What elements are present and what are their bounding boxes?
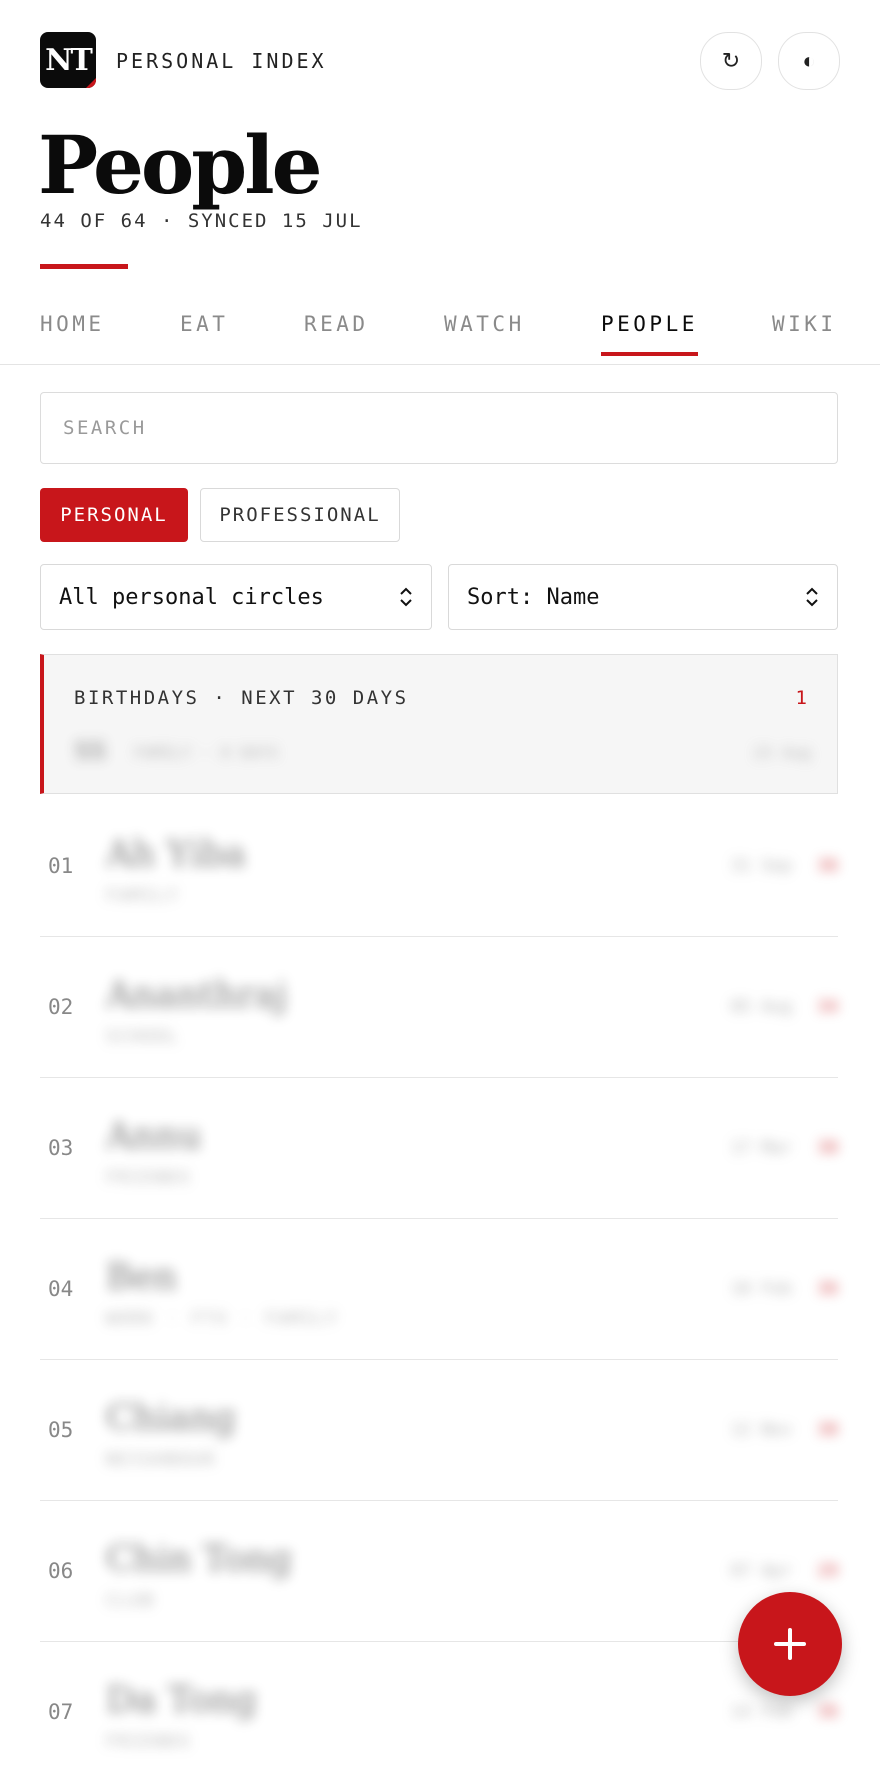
plus-icon <box>774 1628 806 1660</box>
person-name: Ben <box>106 1257 177 1298</box>
list-item[interactable]: 05 Chiang NEIGHBOUR 12 Nov 30 <box>40 1360 838 1501</box>
row-number: 07 <box>48 1700 74 1724</box>
person-date: 17 Mar <box>730 1138 792 1158</box>
row-number: 03 <box>48 1136 74 1160</box>
title-accent-rule <box>40 264 128 269</box>
person-date: 10 Feb <box>730 1279 792 1299</box>
people-list: 01 Ah Yiba FAMILY 31 Sep 36 02 Ananthraj… <box>40 796 838 1783</box>
refresh-button[interactable]: ↻ <box>700 32 762 90</box>
chevron-updown-icon <box>400 587 412 607</box>
row-number: 06 <box>48 1559 74 1583</box>
birthday-date: 23 Aug <box>753 743 811 762</box>
birthdays-title: BIRTHDAYS · NEXT 30 DAYS <box>74 687 409 709</box>
person-date: 31 Sep <box>730 856 792 876</box>
birthday-meta: FAMILY · 8 DAYS <box>134 743 279 762</box>
birthday-name: SS <box>74 737 107 765</box>
list-item[interactable]: 07 Da Tong FRIENDS 14 Feb 36 <box>40 1642 838 1783</box>
sort-select[interactable]: Sort: Name <box>448 564 838 630</box>
logo-accent-mark <box>86 78 96 88</box>
tab-wiki[interactable]: WIKI <box>772 312 837 352</box>
main-tabs: HOME EAT READ WATCH PEOPLE WIKI <box>0 300 880 365</box>
add-person-button[interactable] <box>738 1592 842 1696</box>
person-circle: WORK · FTX · FAMILY <box>106 1309 339 1329</box>
person-badge: 29 <box>817 1561 838 1581</box>
person-badge: 36 <box>817 1279 838 1299</box>
person-date: 14 Feb <box>730 1702 792 1722</box>
contrast-icon: ◐ <box>802 48 816 73</box>
sync-status: 44 OF 64 · SYNCED 15 JUL <box>40 210 363 232</box>
list-item[interactable]: 04 Ben WORK · FTX · FAMILY 10 Feb 36 <box>40 1219 838 1360</box>
page-title: People <box>38 118 322 212</box>
tab-watch[interactable]: WATCH <box>444 312 525 352</box>
person-date: 05 Aug <box>730 997 792 1017</box>
row-number: 04 <box>48 1277 74 1301</box>
segment-professional[interactable]: PROFESSIONAL <box>200 488 400 542</box>
brand-label: PERSONAL INDEX <box>116 49 327 73</box>
person-name: Ah Yiba <box>106 834 246 875</box>
person-circle: NEIGHBOUR <box>106 1450 217 1470</box>
person-date: 12 Nov <box>730 1420 792 1440</box>
person-badge: 36 <box>817 856 838 876</box>
logo-text: NT <box>45 42 93 78</box>
list-item[interactable]: 01 Ah Yiba FAMILY 31 Sep 36 <box>40 796 838 937</box>
refresh-icon: ↻ <box>721 48 741 73</box>
person-circle: FRIENDS <box>106 1732 192 1752</box>
person-badge: 30 <box>817 1420 838 1440</box>
app-logo[interactable]: NT <box>40 32 96 88</box>
person-name: Chiang <box>106 1398 236 1439</box>
person-name: Annu <box>106 1116 202 1157</box>
list-item[interactable]: 03 Annu FRIENDS 17 Mar 30 <box>40 1078 838 1219</box>
person-name: Da Tong <box>106 1680 257 1721</box>
person-circle: FRIENDS <box>106 1168 192 1188</box>
tab-read[interactable]: READ <box>304 312 369 352</box>
person-badge: 36 <box>817 1702 838 1722</box>
tab-eat[interactable]: EAT <box>180 312 228 352</box>
person-badge: 34 <box>817 997 838 1017</box>
chevron-updown-icon <box>806 587 818 607</box>
list-item[interactable]: 02 Ananthraj SCHOOL 05 Aug 34 <box>40 937 838 1078</box>
circle-filter-select[interactable]: All personal circles <box>40 564 432 630</box>
list-item[interactable]: 06 Chin Tong CLUB 07 Apr 29 <box>40 1501 838 1642</box>
person-badge: 30 <box>817 1138 838 1158</box>
person-circle: CLUB <box>106 1591 155 1611</box>
person-circle: FAMILY <box>106 886 180 906</box>
circle-filter-value: All personal circles <box>59 584 324 610</box>
segment-personal[interactable]: PERSONAL <box>40 488 188 542</box>
person-circle: SCHOOL <box>106 1027 180 1047</box>
row-number: 01 <box>48 854 74 878</box>
person-name: Ananthraj <box>106 975 288 1016</box>
search-input[interactable] <box>40 392 838 464</box>
theme-toggle-button[interactable]: ◐ <box>778 32 840 90</box>
tab-people[interactable]: PEOPLE <box>601 312 698 356</box>
top-bar: NT PERSONAL INDEX ↻ ◐ <box>40 32 840 90</box>
row-number: 02 <box>48 995 74 1019</box>
sort-value: Sort: Name <box>467 584 600 610</box>
birthday-entry[interactable]: SS FAMILY · 8 DAYS 23 Aug <box>74 733 811 767</box>
row-number: 05 <box>48 1418 74 1442</box>
birthdays-panel: BIRTHDAYS · NEXT 30 DAYS 1 SS FAMILY · 8… <box>40 654 838 794</box>
birthdays-count: 1 <box>795 687 807 709</box>
person-name: Chin Tong <box>106 1539 292 1580</box>
person-date: 07 Apr <box>730 1561 792 1581</box>
tab-home[interactable]: HOME <box>40 312 105 352</box>
